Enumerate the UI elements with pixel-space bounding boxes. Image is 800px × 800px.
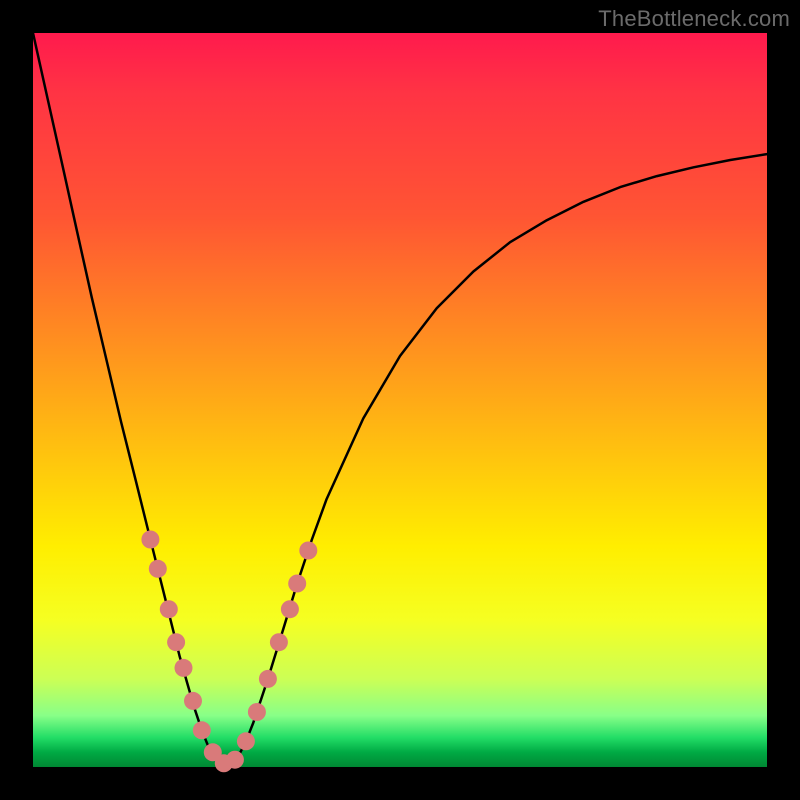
curve-markers	[141, 531, 317, 773]
marker-dot	[288, 575, 306, 593]
curve-line	[33, 33, 767, 763]
marker-dot	[270, 633, 288, 651]
marker-dot	[299, 542, 317, 560]
marker-dot	[281, 600, 299, 618]
marker-dot	[248, 703, 266, 721]
marker-dot	[184, 692, 202, 710]
marker-dot	[149, 560, 167, 578]
chart-overlay	[0, 0, 800, 800]
marker-dot	[175, 659, 193, 677]
marker-dot	[141, 531, 159, 549]
marker-dot	[226, 751, 244, 769]
marker-dot	[259, 670, 277, 688]
chart-container: TheBottleneck.com	[0, 0, 800, 800]
marker-dot	[237, 732, 255, 750]
marker-dot	[193, 721, 211, 739]
marker-dot	[160, 600, 178, 618]
marker-dot	[167, 633, 185, 651]
